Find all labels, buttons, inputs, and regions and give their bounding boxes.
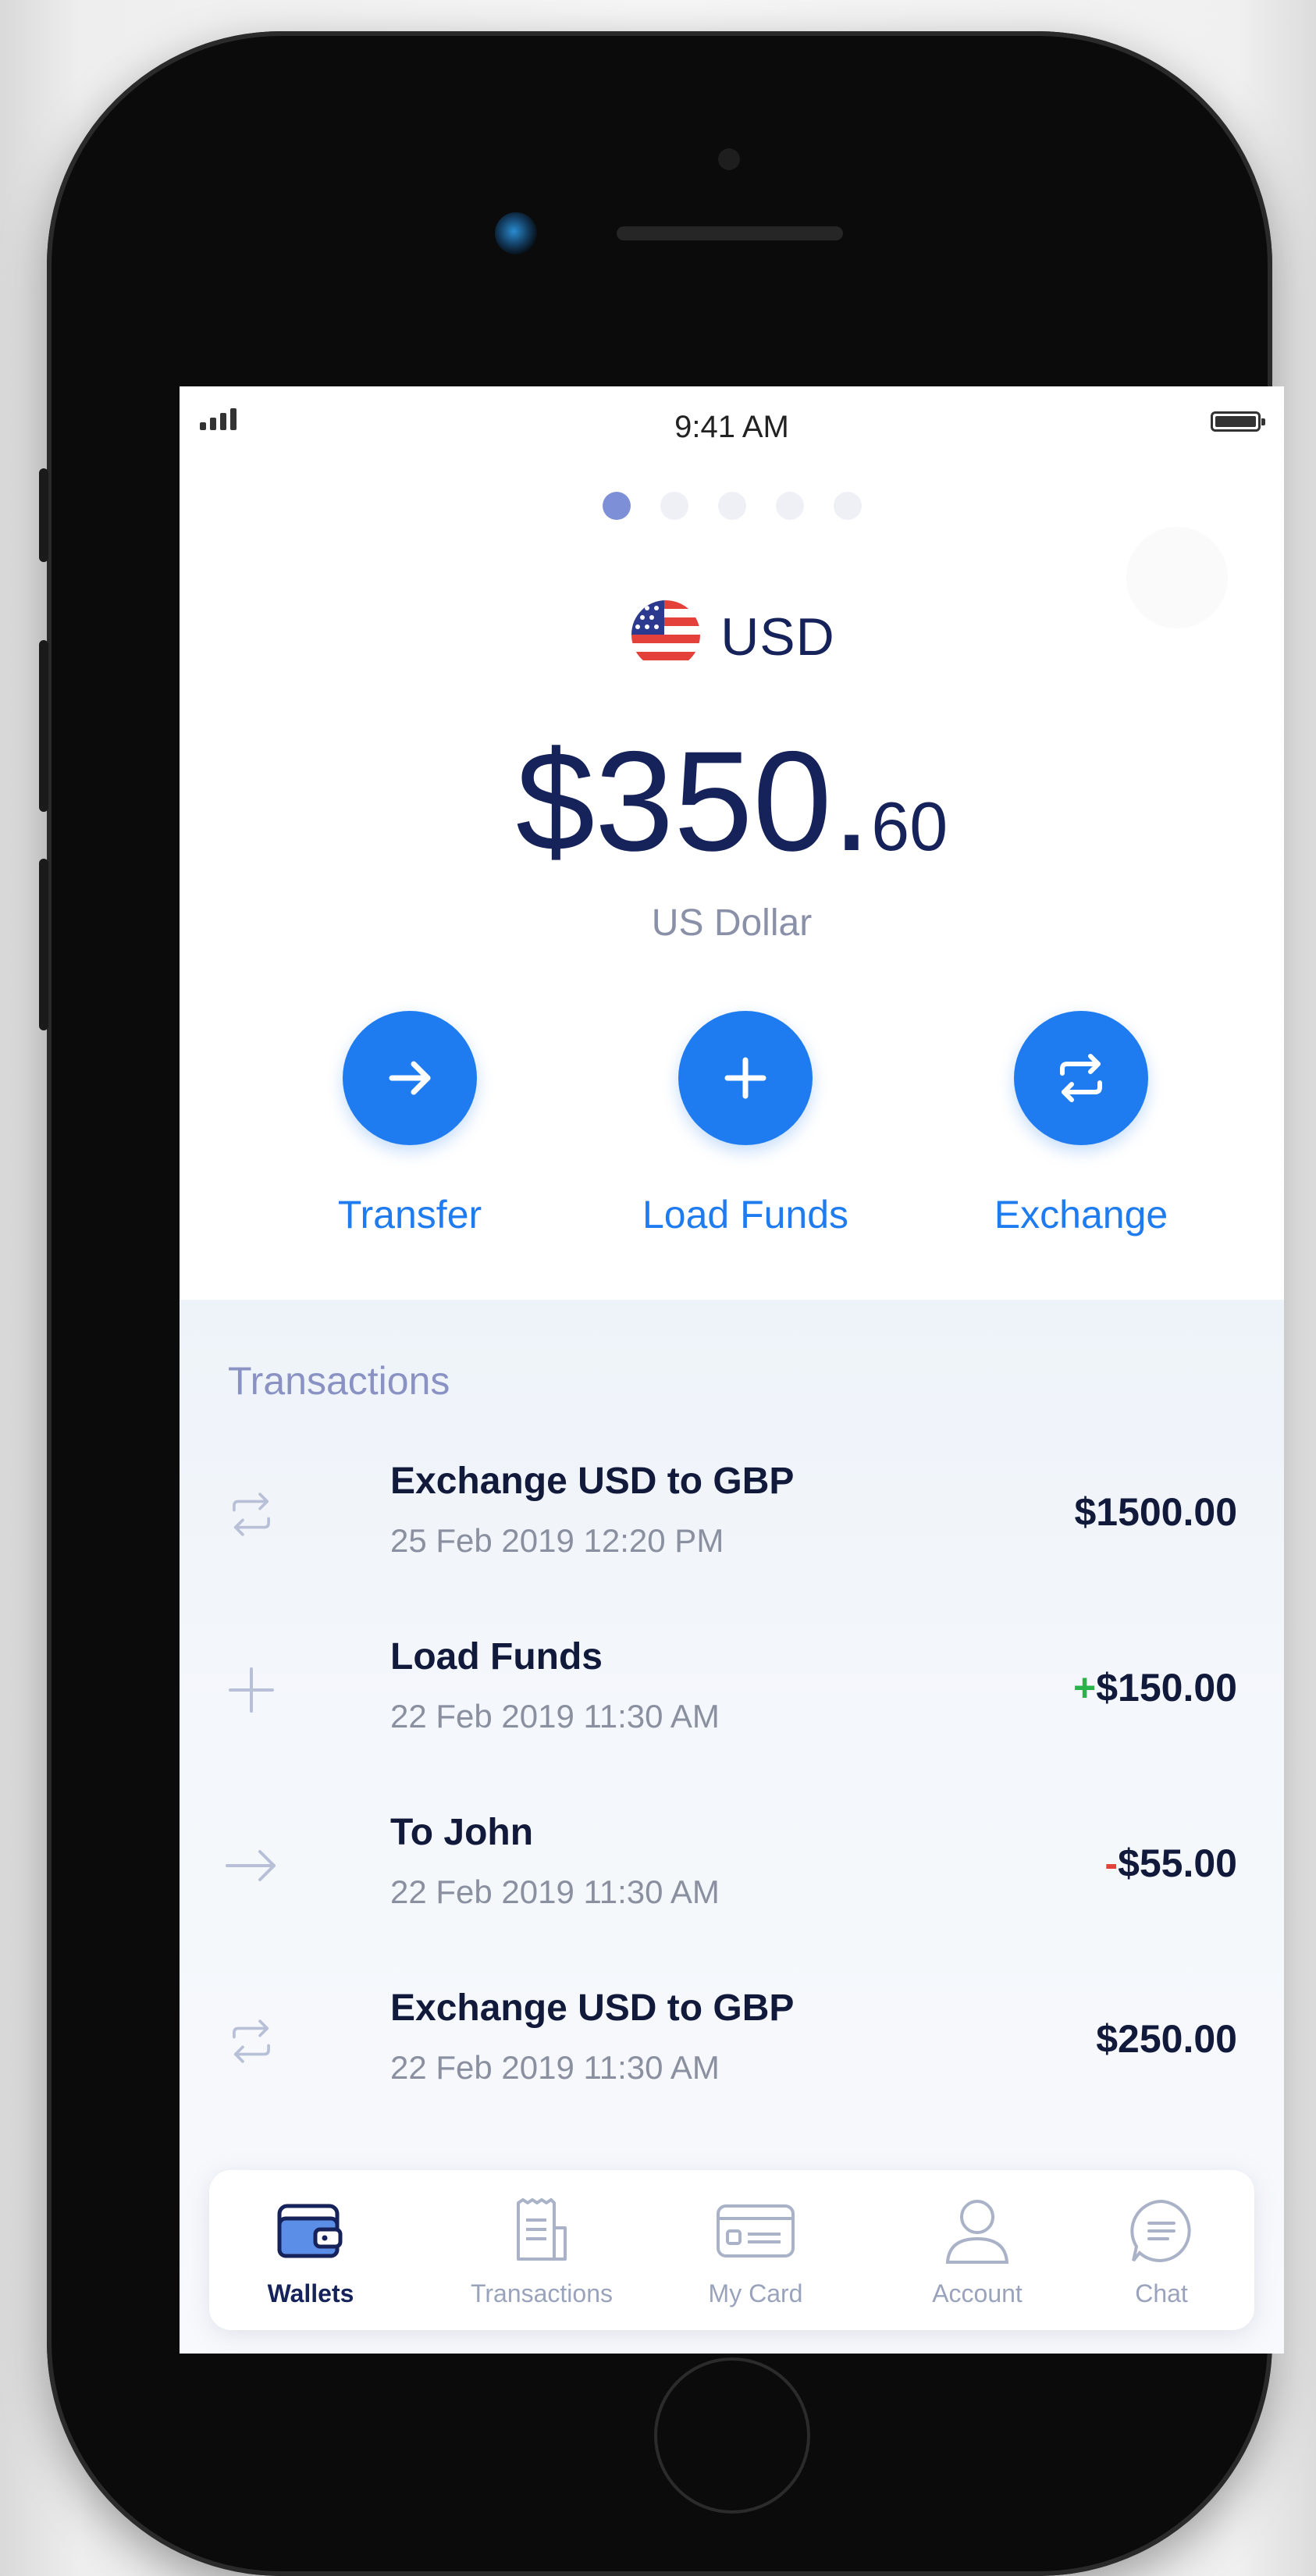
arrow-right-icon (389, 1061, 431, 1095)
balance-amount: $350.60 (180, 730, 1284, 872)
plus-icon (724, 1057, 766, 1099)
tab-label: Wallets (267, 2279, 354, 2307)
user-icon (945, 2200, 1009, 2264)
transaction-amount: -$55.00 (1104, 1841, 1237, 1885)
card-icon (717, 2204, 795, 2258)
wallet-icon (277, 2204, 343, 2258)
transaction-amount: $1500.00 (1074, 1490, 1237, 1534)
currency-header: USD (180, 597, 1284, 676)
tab-chat[interactable]: Chat (1068, 2194, 1255, 2308)
transaction-date: 22 Feb 2019 11:30 AM (390, 1698, 720, 1735)
balance-main: $350. (515, 721, 872, 881)
page-dot[interactable] (717, 492, 746, 520)
currency-code: USD (720, 607, 835, 667)
action-label: Transfer (337, 1193, 482, 1236)
page-dot[interactable] (775, 492, 804, 520)
transaction-date: 22 Feb 2019 11:30 AM (390, 1873, 720, 1910)
status-bar: 9:41 AM (180, 386, 1284, 472)
app-screen: 9:41 AM USD $350.60 US Dollar Transfer L… (180, 386, 1284, 2354)
arrow-right-icon (212, 1827, 290, 1905)
plus-icon (212, 1651, 290, 1729)
exchange-button[interactable]: Exchange (956, 1011, 1206, 1237)
quick-actions: Transfer Load Funds Exchange (180, 1011, 1284, 1268)
load-funds-button[interactable]: Load Funds (621, 1011, 870, 1237)
tab-transactions[interactable]: Transactions (448, 2194, 635, 2308)
page-dot[interactable] (660, 492, 688, 520)
tab-account[interactable]: Account (884, 2194, 1071, 2308)
page-dot[interactable] (833, 492, 862, 520)
transaction-name: Exchange USD to GBP (390, 1461, 795, 1502)
volume-up-button (39, 640, 48, 812)
transaction-amount: +$150.00 (1073, 1666, 1237, 1710)
transaction-row[interactable]: Exchange USD to GBP 25 Feb 2019 12:20 PM… (180, 1444, 1284, 1616)
page-indicator (180, 492, 1284, 520)
proximity-sensor (718, 148, 740, 170)
tab-wallets[interactable]: Wallets (217, 2194, 404, 2308)
page-dot[interactable] (602, 492, 631, 520)
transfer-button[interactable]: Transfer (285, 1011, 535, 1237)
receipt-icon (517, 2198, 567, 2261)
status-time: 9:41 AM (674, 410, 789, 444)
transaction-name: Exchange USD to GBP (390, 1987, 795, 2029)
chat-icon (1130, 2199, 1191, 2262)
phone-frame: 9:41 AM USD $350.60 US Dollar Transfer L… (39, 31, 1284, 2576)
volume-down-button (39, 859, 48, 1030)
tab-label: Chat (1135, 2279, 1188, 2307)
earpiece-speaker (617, 226, 843, 240)
transaction-date: 22 Feb 2019 11:30 AM (390, 2049, 720, 2086)
transaction-row[interactable]: To John 22 Feb 2019 11:30 AM -$55.00 (180, 1795, 1284, 1967)
transaction-name: Load Funds (390, 1636, 603, 1678)
tab-label: Account (932, 2279, 1023, 2307)
transaction-amount: $250.00 (1096, 2017, 1237, 2061)
front-camera (495, 212, 537, 254)
swap-icon (1060, 1054, 1102, 1102)
home-button[interactable] (654, 2357, 810, 2514)
balance-cents: 60 (871, 788, 948, 865)
tab-label: My Card (708, 2279, 803, 2307)
mute-switch (39, 468, 48, 562)
action-label: Load Funds (642, 1193, 849, 1236)
amount-sign: - (1104, 1841, 1119, 1885)
action-label: Exchange (994, 1193, 1168, 1236)
us-flag-icon (628, 597, 703, 676)
transaction-name: To John (390, 1812, 534, 1853)
amount-sign: + (1073, 1666, 1097, 1710)
transactions-title: Transactions (228, 1359, 450, 1403)
transaction-row[interactable]: Load Funds 22 Feb 2019 11:30 AM +$150.00 (180, 1620, 1284, 1791)
transaction-date: 25 Feb 2019 12:20 PM (390, 1522, 724, 1559)
swap-icon (212, 2002, 290, 2080)
tab-label: Transactions (471, 2279, 613, 2307)
swap-icon (212, 1475, 290, 1553)
transaction-row[interactable]: Exchange USD to GBP 22 Feb 2019 11:30 AM… (180, 1971, 1284, 2143)
bottom-tab-bar: Wallets Transactions My Card Account Cha… (209, 2170, 1254, 2330)
tab-my-card[interactable]: My Card (662, 2194, 849, 2308)
battery-icon (1211, 411, 1265, 432)
currency-name: US Dollar (651, 902, 813, 944)
